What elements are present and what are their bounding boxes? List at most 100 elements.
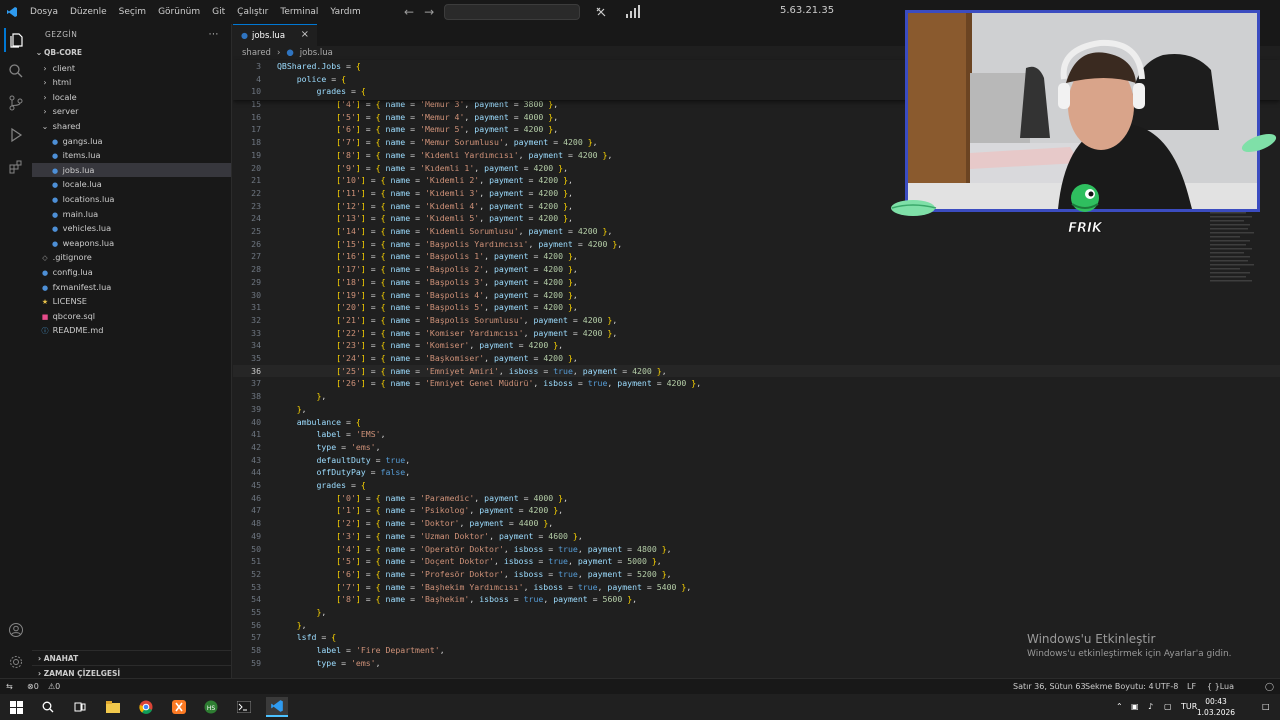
tray-chevron-icon[interactable]: ⌃: [1116, 694, 1123, 720]
task-view-icon[interactable]: [69, 697, 91, 717]
code-line[interactable]: 36 ['25'] = { name = 'Emniyet Amiri', is…: [233, 364, 1280, 378]
command-center-search[interactable]: [444, 4, 580, 20]
code-line[interactable]: 25 ['14'] = { name = 'Kıdemli Sorumlusu'…: [233, 225, 1280, 238]
code-line[interactable]: 37 ['26'] = { name = 'Emniyet Genel Müdü…: [233, 377, 1280, 390]
breadcrumb-folder[interactable]: shared: [242, 48, 271, 58]
volume-icon[interactable]: ♪: [1148, 694, 1153, 720]
terminal-icon[interactable]: [233, 697, 255, 717]
run-debug-icon[interactable]: [4, 123, 28, 147]
folder-item[interactable]: › client: [32, 61, 231, 76]
file-item[interactable]: ● gangs.lua: [32, 134, 231, 149]
file-item[interactable]: ● weapons.lua: [32, 236, 231, 251]
menu-item[interactable]: Git: [206, 0, 231, 24]
input-language[interactable]: TUR: [1181, 694, 1197, 720]
bell-icon[interactable]: ◯: [1265, 679, 1274, 695]
code-line[interactable]: 51 ['5'] = { name = 'Doçent Doktor', isb…: [233, 555, 1280, 568]
source-control-icon[interactable]: [4, 91, 28, 115]
tab-jobs-lua[interactable]: ● jobs.lua ×: [233, 24, 317, 46]
code-line[interactable]: 49 ['3'] = { name = 'Uzman Doktor', paym…: [233, 530, 1280, 543]
file-item[interactable]: ⓘ README.md: [32, 323, 231, 338]
taskbar-clock[interactable]: 00:43 1.03.2026: [1196, 696, 1236, 718]
search-icon[interactable]: [4, 59, 28, 83]
code-line[interactable]: 24 ['13'] = { name = 'Kıdemli 5', paymen…: [233, 212, 1280, 225]
file-item[interactable]: ● vehicles.lua: [32, 221, 231, 236]
code-line[interactable]: 43 defaultDuty = true,: [233, 454, 1280, 467]
heidisql-icon[interactable]: HS: [200, 697, 222, 717]
code-line[interactable]: 50 ['4'] = { name = 'Operatör Doktor', i…: [233, 543, 1280, 556]
language-mode[interactable]: { } Lua: [1207, 679, 1234, 695]
close-icon[interactable]: ×: [301, 29, 309, 40]
indentation[interactable]: Sekme Boyutu: 4: [1085, 679, 1154, 695]
code-line[interactable]: 28 ['17'] = { name = 'Başpolis 2', payme…: [233, 263, 1280, 276]
code-line[interactable]: 32 ['21'] = { name = 'Başpolis Sorumlusu…: [233, 314, 1280, 327]
code-line[interactable]: 34 ['23'] = { name = 'Komiser', payment …: [233, 339, 1280, 352]
file-item[interactable]: ● config.lua: [32, 265, 231, 280]
code-line[interactable]: 27 ['16'] = { name = 'Başpolis 1', payme…: [233, 250, 1280, 263]
code-line[interactable]: 39 },: [233, 403, 1280, 416]
back-arrow-icon[interactable]: ←: [404, 5, 414, 19]
menu-item[interactable]: Seçim: [113, 0, 152, 24]
breadcrumb-file[interactable]: jobs.lua: [300, 48, 333, 58]
file-item[interactable]: ★ LICENSE: [32, 294, 231, 309]
file-item[interactable]: ● locale.lua: [32, 177, 231, 192]
vscode-taskbar-icon[interactable]: [266, 697, 288, 717]
outline-section[interactable]: › ANAHAT: [32, 650, 231, 665]
network-icon[interactable]: ▣: [1131, 694, 1139, 720]
notification-icon[interactable]: □: [1262, 694, 1270, 720]
code-line[interactable]: 44 offDutyPay = false,: [233, 466, 1280, 479]
line-ending[interactable]: LF: [1187, 679, 1196, 695]
xampp-icon[interactable]: [168, 697, 190, 717]
menu-item[interactable]: Terminal: [274, 0, 324, 24]
menu-item[interactable]: Görünüm: [152, 0, 206, 24]
menu-item[interactable]: Çalıştır: [231, 0, 274, 24]
folder-item[interactable]: ⌄ shared: [32, 119, 231, 134]
folder-item[interactable]: › server: [32, 104, 231, 119]
workspace-root[interactable]: ⌄ QB-CORE: [32, 46, 231, 61]
settings-gear-icon[interactable]: [4, 650, 28, 674]
code-line[interactable]: 38 },: [233, 390, 1280, 403]
chrome-icon[interactable]: [135, 697, 157, 717]
cursor-position[interactable]: Satır 36, Sütun 63: [1013, 679, 1086, 695]
code-line[interactable]: 41 label = 'EMS',: [233, 428, 1280, 441]
remote-indicator-icon[interactable]: ⇆: [6, 679, 13, 695]
menu-item[interactable]: Düzenle: [64, 0, 113, 24]
code-line[interactable]: 55 },: [233, 606, 1280, 619]
code-line[interactable]: 48 ['2'] = { name = 'Doktor', payment = …: [233, 517, 1280, 530]
more-actions-icon[interactable]: ⋯: [209, 24, 220, 46]
code-line[interactable]: 26 ['15'] = { name = 'Başpolis Yardımcıs…: [233, 238, 1280, 251]
file-item[interactable]: ● locations.lua: [32, 192, 231, 207]
windows-start-icon[interactable]: [5, 697, 27, 717]
code-line[interactable]: 56 },: [233, 619, 1280, 632]
minimap[interactable]: [1210, 204, 1280, 304]
taskbar-search-icon[interactable]: [37, 697, 59, 717]
code-line[interactable]: 33 ['22'] = { name = 'Komiser Yardımcısı…: [233, 327, 1280, 340]
code-line[interactable]: 35 ['24'] = { name = 'Başkomiser', payme…: [233, 352, 1280, 365]
account-icon[interactable]: [4, 618, 28, 642]
encoding[interactable]: UTF-8: [1155, 679, 1178, 695]
errors-status[interactable]: ⊗ 0: [27, 679, 39, 695]
file-explorer-icon[interactable]: [102, 697, 124, 717]
code-line[interactable]: 46 ['0'] = { name = 'Paramedic', payment…: [233, 492, 1280, 505]
code-line[interactable]: 40 ambulance = {: [233, 416, 1280, 429]
code-line[interactable]: 54 ['8'] = { name = 'Başhekim', isboss =…: [233, 593, 1280, 606]
menu-item[interactable]: Dosya: [24, 0, 64, 24]
folder-item[interactable]: › html: [32, 75, 231, 90]
no-notifications-icon[interactable]: [592, 3, 610, 21]
forward-arrow-icon[interactable]: →: [424, 5, 434, 19]
extensions-icon[interactable]: [4, 155, 28, 179]
file-item[interactable]: ■ qbcore.sql: [32, 309, 231, 324]
code-line[interactable]: 53 ['7'] = { name = 'Başhekim Yardımcısı…: [233, 581, 1280, 594]
code-line[interactable]: 30 ['19'] = { name = 'Başpolis 4', payme…: [233, 289, 1280, 302]
menu-item[interactable]: Yardım: [324, 0, 366, 24]
code-line[interactable]: 29 ['18'] = { name = 'Başpolis 3', payme…: [233, 276, 1280, 289]
file-item[interactable]: ● main.lua: [32, 207, 231, 222]
code-line[interactable]: 47 ['1'] = { name = 'Psikolog', payment …: [233, 504, 1280, 517]
folder-item[interactable]: › locale: [32, 90, 231, 105]
code-line[interactable]: 52 ['6'] = { name = 'Profesör Doktor', i…: [233, 568, 1280, 581]
code-line[interactable]: 45 grades = {: [233, 479, 1280, 492]
file-item[interactable]: ● jobs.lua: [32, 162, 231, 178]
file-item[interactable]: ● fxmanifest.lua: [32, 280, 231, 295]
code-line[interactable]: 31 ['20'] = { name = 'Başpolis 5', payme…: [233, 301, 1280, 314]
file-item[interactable]: ◇ .gitignore: [32, 250, 231, 265]
file-item[interactable]: ● items.lua: [32, 148, 231, 163]
